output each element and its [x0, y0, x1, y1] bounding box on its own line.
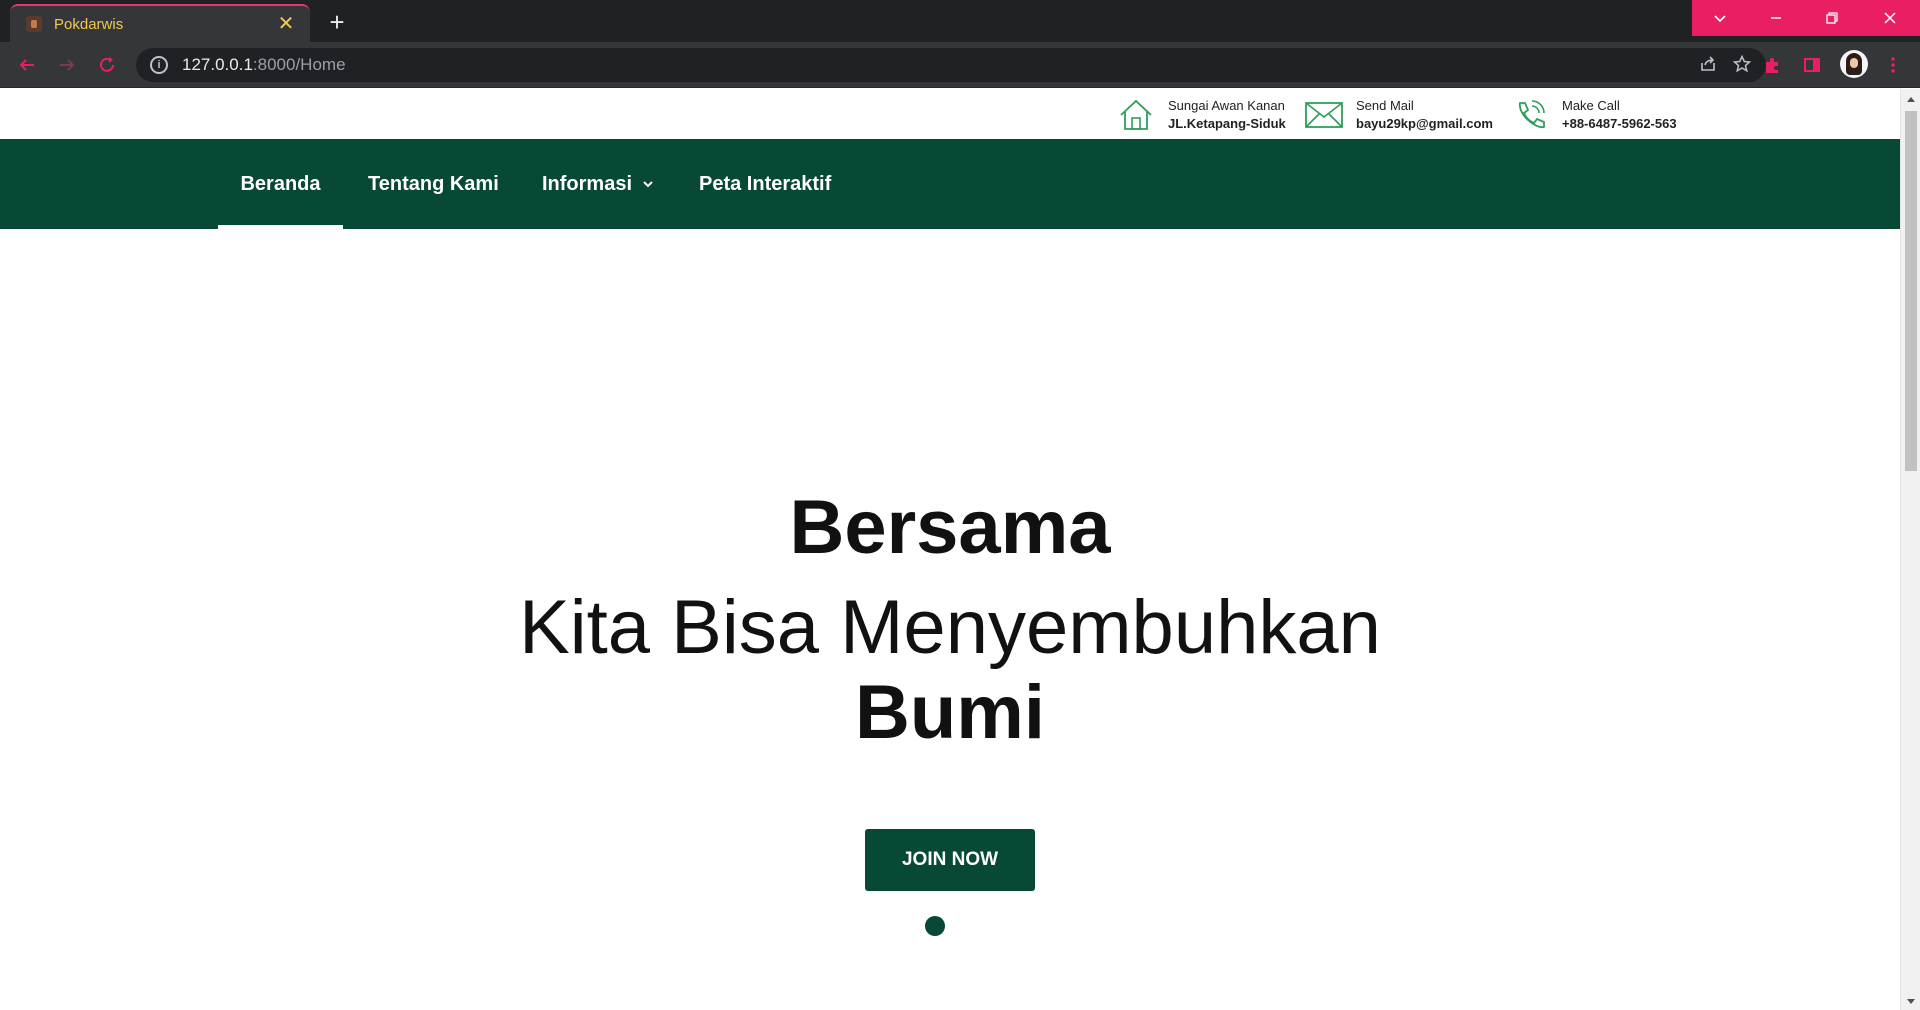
nav-item-label: Informasi [542, 172, 633, 195]
hero-heading-line1: Bersama [789, 485, 1111, 570]
nav-item-tentang-kami[interactable]: Tentang Kami [343, 139, 524, 229]
browser-tab[interactable]: Pokdarwis ✕ [10, 4, 310, 42]
nav-item-peta-interaktif[interactable]: Peta Interaktif [674, 139, 856, 229]
page-scrollbar[interactable] [1900, 89, 1920, 1010]
browser-tab-strip: Pokdarwis ✕ + [0, 0, 1920, 42]
reload-button[interactable] [92, 50, 122, 80]
tab-title: Pokdarwis [54, 15, 124, 33]
back-button[interactable] [12, 50, 42, 80]
minimize-icon [1771, 17, 1781, 19]
side-panel-icon [1804, 58, 1820, 72]
chevron-down-icon [1714, 15, 1726, 23]
minimize-button[interactable] [1748, 0, 1804, 36]
side-panel-button[interactable] [1797, 50, 1827, 80]
scroll-down-arrow-icon[interactable] [1907, 999, 1915, 1004]
join-now-button[interactable]: JOIN NOW [865, 829, 1035, 891]
call-number[interactable]: +88-6487-5962-563 [1562, 115, 1677, 133]
nav-item-label: Beranda [240, 172, 321, 195]
profile-avatar[interactable] [1840, 50, 1868, 78]
tab-close-icon[interactable]: ✕ [274, 14, 298, 34]
mail-icon [1305, 102, 1343, 128]
reload-icon [100, 57, 114, 72]
forward-button[interactable] [52, 50, 82, 80]
address-line2: JL.Ketapang-Siduk [1168, 116, 1286, 131]
restore-button[interactable] [1804, 0, 1860, 36]
browser-menu-button[interactable] [1878, 50, 1908, 80]
address-bar[interactable]: i 127.0.0.1:8000/Home [136, 48, 1766, 82]
restore-icon [1826, 12, 1838, 24]
scroll-up-arrow-icon[interactable] [1907, 97, 1915, 102]
nav-item-label: Tentang Kami [368, 172, 499, 195]
web-page: Sungai Awan Kanan JL.Ketapang-Siduk Send… [0, 89, 1900, 1010]
nav-item-label: Peta Interaktif [699, 172, 832, 195]
tab-search-button[interactable] [1692, 0, 1748, 36]
puzzle-icon [1766, 58, 1778, 73]
browser-toolbar: i 127.0.0.1:8000/Home [0, 42, 1920, 88]
nav-item-beranda[interactable]: Beranda [218, 139, 343, 229]
close-icon [1884, 12, 1896, 24]
arrow-left-icon [19, 59, 34, 71]
call-label: Make Call [1562, 98, 1620, 113]
kebab-menu-icon [1891, 57, 1895, 73]
hero-heading-line3: Bumi [855, 670, 1045, 755]
mail-info: Send Mail bayu29kp@gmail.com [1304, 95, 1493, 135]
home-icon [1120, 99, 1152, 130]
arrow-right-icon [60, 59, 75, 71]
phone-icon [1519, 100, 1545, 128]
extensions-button[interactable] [1757, 50, 1787, 80]
hero-section: Bersama Kita Bisa Menyembuhkan Bumi JOIN… [0, 229, 1900, 1010]
hero-heading-line2: Kita Bisa Menyembuhkan [519, 585, 1381, 670]
address-line1: Sungai Awan Kanan [1168, 98, 1285, 113]
call-info: Make Call +88-6487-5962-563 [1510, 95, 1677, 135]
mail-address[interactable]: bayu29kp@gmail.com [1356, 115, 1493, 133]
close-window-button[interactable] [1860, 0, 1920, 36]
top-info-bar: Sungai Awan Kanan JL.Ketapang-Siduk Send… [0, 89, 1900, 139]
mail-label: Send Mail [1356, 98, 1414, 113]
url-path: :8000/Home [252, 55, 346, 74]
main-navigation: Beranda Tentang Kami Informasi Peta Inte… [0, 139, 1900, 229]
chevron-down-icon [643, 181, 653, 188]
new-tab-button[interactable]: + [322, 8, 352, 38]
bookmark-star-icon[interactable] [1732, 54, 1752, 74]
site-info-icon[interactable]: i [150, 56, 168, 74]
address-info: Sungai Awan Kanan JL.Ketapang-Siduk [1116, 95, 1286, 135]
share-icon[interactable] [1698, 54, 1718, 74]
scrollbar-thumb[interactable] [1905, 111, 1917, 471]
site-favicon-icon [26, 16, 42, 32]
url-host: 127.0.0.1 [182, 55, 253, 74]
nav-item-informasi[interactable]: Informasi [517, 139, 679, 229]
slider-dot-active[interactable] [925, 916, 945, 936]
